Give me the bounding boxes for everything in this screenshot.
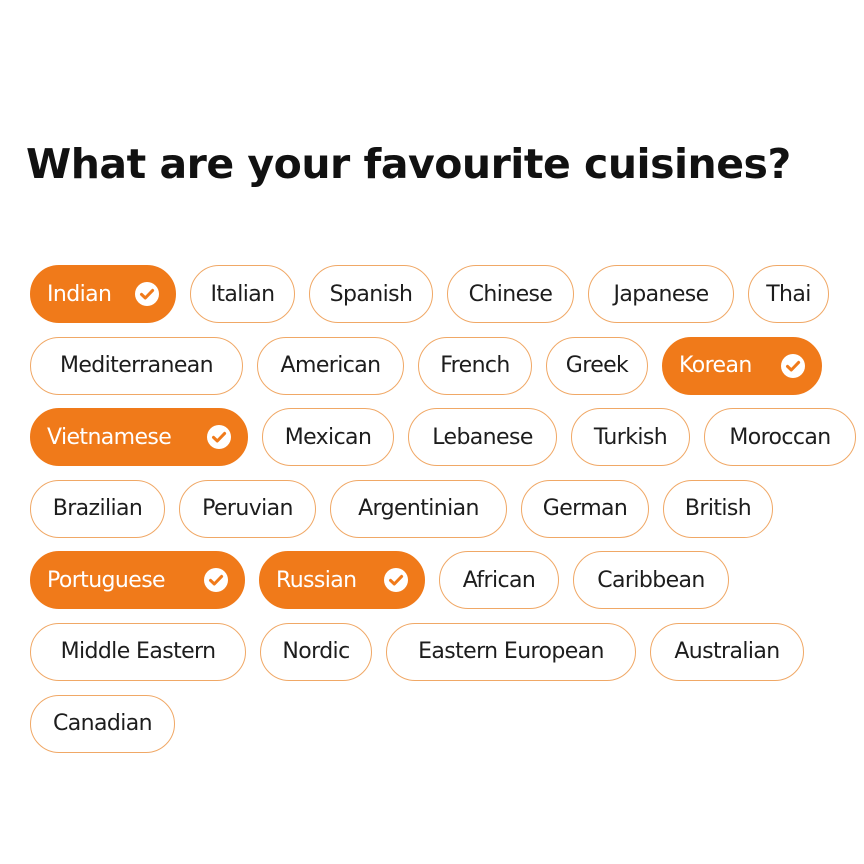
chip-greek[interactable]: Greek — [546, 336, 648, 395]
chip-japanese[interactable]: Japanese — [588, 265, 734, 323]
chip-vietnamese[interactable]: Vietnamese — [30, 408, 248, 467]
chip-label: Portuguese — [47, 567, 166, 593]
chip-lebanese[interactable]: Lebanese — [408, 408, 557, 467]
chip-label: Nordic — [282, 639, 350, 665]
chip-label: Peruvian — [202, 496, 293, 522]
chip-french[interactable]: French — [418, 336, 532, 395]
chip-label: Korean — [679, 353, 752, 379]
chip-label: Brazilian — [52, 496, 143, 522]
chip-row: Middle Eastern Nordic Eastern European A… — [30, 622, 864, 681]
chip-label: Russian — [276, 567, 357, 593]
chip-label: French — [440, 353, 510, 379]
chip-moroccan[interactable]: Moroccan — [704, 408, 856, 467]
chip-australian[interactable]: Australian — [650, 622, 804, 681]
chip-label: Eastern European — [418, 639, 604, 665]
chip-canadian[interactable]: Canadian — [30, 694, 175, 753]
chip-caribbean[interactable]: Caribbean — [573, 551, 729, 610]
check-circle-icon — [135, 282, 159, 306]
chip-row: Brazilian Peruvian Argentinian German Br… — [30, 479, 864, 538]
chip-argentinian[interactable]: Argentinian — [330, 479, 507, 538]
chip-thai[interactable]: Thai — [748, 265, 829, 323]
chip-label: Argentinian — [358, 496, 479, 522]
chip-label: Italian — [210, 281, 275, 307]
chip-russian[interactable]: Russian — [259, 551, 425, 610]
chip-korean[interactable]: Korean — [662, 336, 822, 395]
check-circle-icon — [781, 353, 805, 378]
chip-label: German — [542, 496, 628, 522]
chip-label: Indian — [47, 281, 112, 307]
chip-label: Middle Eastern — [60, 639, 216, 665]
chip-label: Mediterranean — [59, 353, 214, 379]
chip-label: British — [684, 496, 752, 522]
chip-eastern-european[interactable]: Eastern European — [386, 622, 636, 681]
chip-german[interactable]: German — [521, 479, 649, 538]
chip-label: Turkish — [593, 424, 668, 450]
chip-label: American — [280, 353, 382, 379]
chip-british[interactable]: British — [663, 479, 773, 538]
chip-label: Lebanese — [432, 424, 533, 450]
chip-portuguese[interactable]: Portuguese — [30, 551, 245, 610]
check-circle-icon — [204, 568, 228, 593]
page-title: What are your favourite cuisines? — [26, 140, 791, 188]
chip-turkish[interactable]: Turkish — [571, 408, 690, 467]
chip-indian[interactable]: Indian — [30, 265, 176, 323]
cuisine-preferences-screen: What are your favourite cuisines? Indian… — [0, 0, 864, 864]
chip-mediterranean[interactable]: Mediterranean — [30, 336, 243, 395]
chip-row: Vietnamese Mexican Lebanese Turkish Moro… — [30, 408, 864, 467]
chip-label: Thai — [766, 281, 811, 307]
chip-label: Caribbean — [597, 567, 705, 593]
chip-label: Japanese — [613, 281, 709, 307]
chip-label: Moroccan — [729, 424, 831, 450]
chip-label: Greek — [565, 353, 629, 379]
chip-row: Canadian — [30, 694, 864, 753]
chip-label: Mexican — [284, 424, 372, 450]
cuisine-chip-list: Indian Italian Spanish Chinese Japanese … — [30, 265, 864, 766]
chip-label: Australian — [674, 639, 780, 665]
chip-chinese[interactable]: Chinese — [447, 265, 574, 323]
chip-label: Chinese — [468, 281, 553, 307]
chip-row: Indian Italian Spanish Chinese Japanese … — [30, 265, 864, 323]
chip-label: Spanish — [329, 281, 413, 307]
chip-mexican[interactable]: Mexican — [262, 408, 394, 467]
chip-italian[interactable]: Italian — [190, 265, 295, 323]
chip-label: Canadian — [53, 711, 153, 737]
chip-nordic[interactable]: Nordic — [260, 622, 372, 681]
chip-brazilian[interactable]: Brazilian — [30, 479, 165, 538]
chip-label: Vietnamese — [47, 424, 172, 450]
chip-spanish[interactable]: Spanish — [309, 265, 433, 323]
chip-row: Mediterranean American French Greek Kore… — [30, 336, 864, 395]
check-circle-icon — [207, 425, 231, 450]
chip-peruvian[interactable]: Peruvian — [179, 479, 316, 538]
chip-label: African — [462, 567, 536, 593]
chip-american[interactable]: American — [257, 336, 404, 395]
chip-african[interactable]: African — [439, 551, 559, 610]
chip-middle-eastern[interactable]: Middle Eastern — [30, 622, 246, 681]
check-circle-icon — [384, 568, 408, 593]
chip-row: Portuguese Russian African Caribbean — [30, 551, 864, 610]
